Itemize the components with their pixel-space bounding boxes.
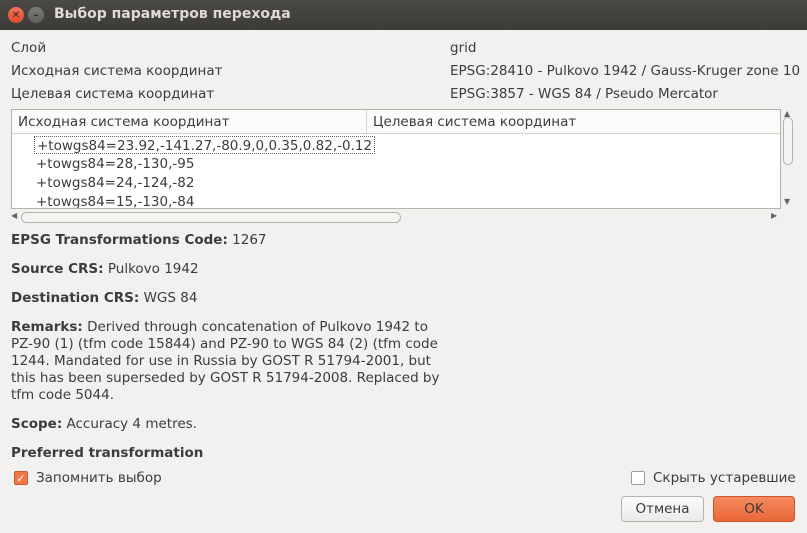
layer-value: grid bbox=[450, 40, 477, 56]
layer-label: Слой bbox=[11, 40, 47, 56]
scope-line: Scope: Accuracy 4 metres. bbox=[11, 416, 451, 433]
dest-crs-value: EPSG:3857 - WGS 84 / Pseudo Mercator bbox=[450, 86, 718, 102]
source-crs-label: Исходная система координат bbox=[11, 63, 223, 79]
transformations-table[interactable]: Исходная система координат Целевая систе… bbox=[11, 109, 781, 209]
table-row[interactable]: +towgs84=28,-130,-95 bbox=[34, 155, 196, 173]
remember-label[interactable]: Запомнить выбор bbox=[36, 470, 162, 486]
close-icon[interactable]: ✕ bbox=[8, 7, 24, 23]
source-crs-line: Source CRS: Pulkovo 1942 bbox=[11, 261, 451, 278]
window-title: Выбор параметров перехода bbox=[54, 6, 291, 22]
table-row[interactable]: +towgs84=23.92,-141.27,-80.9,0,0.35,0.82… bbox=[34, 136, 376, 154]
scroll-right-icon[interactable]: ▶ bbox=[771, 211, 777, 220]
scroll-down-icon[interactable]: ▼ bbox=[784, 197, 790, 206]
preferred-transformation-line: Preferred transformation bbox=[11, 445, 451, 462]
scope-value: Accuracy 4 metres. bbox=[62, 416, 197, 432]
destination-crs-detail-value: WGS 84 bbox=[139, 290, 198, 306]
scope-label: Scope: bbox=[11, 416, 63, 432]
horizontal-scroll-thumb[interactable] bbox=[21, 212, 401, 223]
preferred-transformation-label: Preferred transformation bbox=[11, 445, 204, 461]
hide-deprecated-checkbox[interactable] bbox=[631, 471, 645, 485]
cancel-button[interactable]: Отмена bbox=[621, 496, 704, 522]
source-crs-detail-value: Pulkovo 1942 bbox=[103, 261, 199, 277]
hide-deprecated-label[interactable]: Скрыть устаревшие bbox=[653, 470, 796, 486]
table-row[interactable]: +towgs84=15,-130,-84 bbox=[34, 193, 196, 208]
remember-checkbox[interactable]: ✓ bbox=[14, 471, 28, 485]
epsg-code-line: EPSG Transformations Code: 1267 bbox=[11, 232, 451, 249]
column-header-destination[interactable]: Целевая система координат bbox=[367, 110, 780, 134]
ok-button[interactable]: OK bbox=[713, 496, 795, 522]
minimize-icon[interactable]: – bbox=[28, 7, 44, 23]
table-row[interactable]: +towgs84=24,-124,-82 bbox=[34, 174, 196, 192]
epsg-code-value: 1267 bbox=[227, 232, 267, 248]
remarks-block: Remarks: Derived through concatenation o… bbox=[11, 319, 451, 404]
destination-crs-detail-label: Destination CRS: bbox=[11, 290, 140, 306]
vertical-scrollbar[interactable]: ▲ ▼ bbox=[781, 109, 796, 209]
dest-crs-label: Целевая система координат bbox=[11, 86, 215, 102]
remarks-label: Remarks: bbox=[11, 319, 83, 335]
epsg-code-label: EPSG Transformations Code: bbox=[11, 232, 228, 248]
scroll-left-icon[interactable]: ◀ bbox=[11, 211, 17, 220]
column-header-source[interactable]: Исходная система координат bbox=[12, 110, 367, 134]
destination-crs-line: Destination CRS: WGS 84 bbox=[11, 290, 451, 307]
horizontal-scrollbar[interactable]: ◀ ▶ bbox=[11, 210, 781, 225]
vertical-scroll-thumb[interactable] bbox=[783, 117, 793, 165]
source-crs-value: EPSG:28410 - Pulkovo 1942 / Gauss-Kruger… bbox=[450, 63, 801, 79]
source-crs-detail-label: Source CRS: bbox=[11, 261, 104, 277]
title-bar: ✕ – Выбор параметров перехода bbox=[0, 0, 807, 30]
